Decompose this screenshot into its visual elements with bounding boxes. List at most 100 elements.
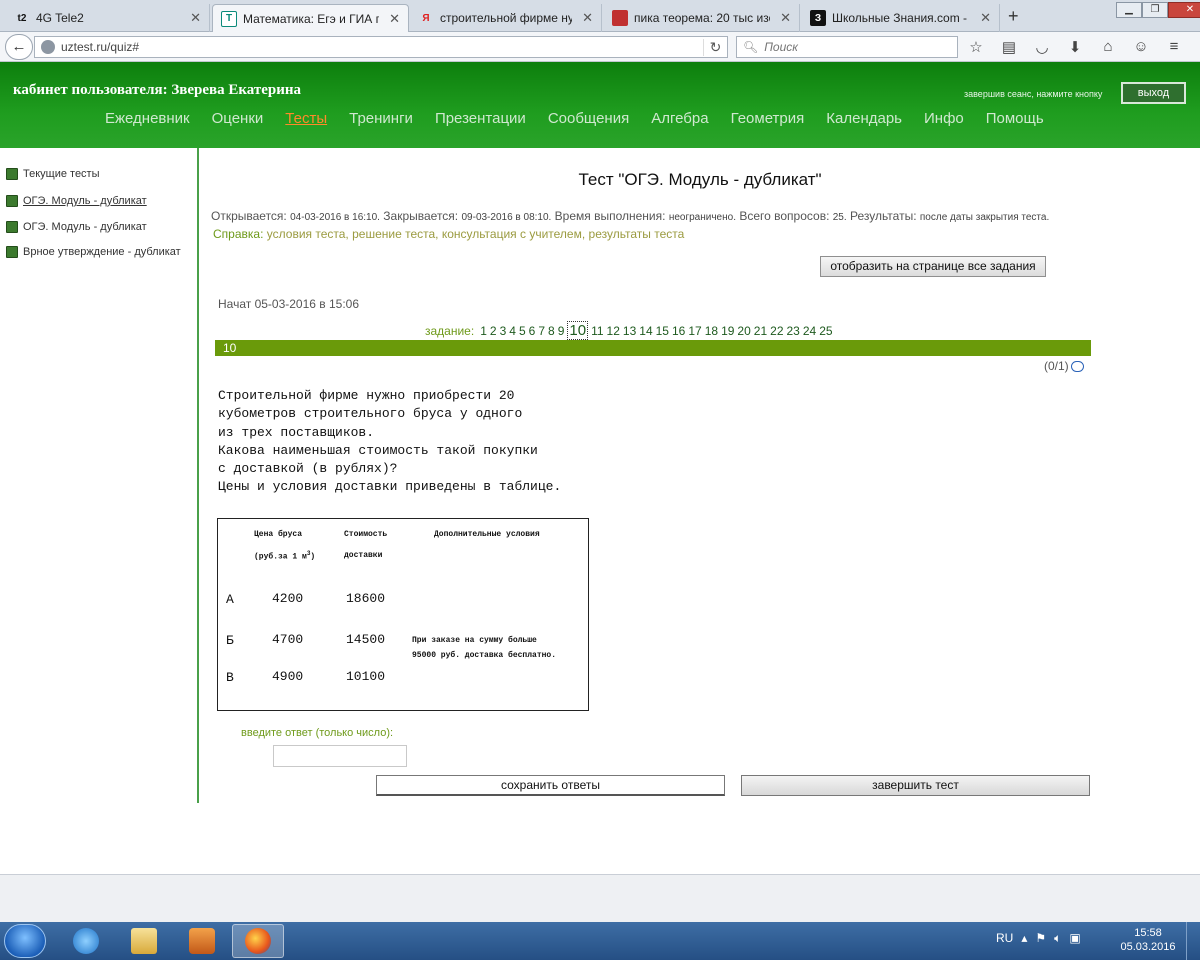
task-link[interactable]: 2 xyxy=(490,324,497,338)
address-bar[interactable]: uztest.ru/quiz# ↻ xyxy=(34,36,728,58)
bookmarks-list-icon[interactable]: ▤ xyxy=(999,38,1019,56)
tab-image-search[interactable]: пика теорема: 20 тыс изо... ✕ xyxy=(604,4,800,32)
task-link[interactable]: 4 xyxy=(509,324,516,338)
pocket-icon[interactable]: ◡ xyxy=(1032,38,1052,56)
home-icon[interactable]: ⌂ xyxy=(1098,38,1118,56)
task-link[interactable]: 8 xyxy=(548,324,555,338)
answer-label: введите ответ (только число): xyxy=(241,727,394,739)
tray-chevron-icon[interactable]: ▴ xyxy=(1021,931,1027,946)
question-text: Строительной фирме нужно приобрести 20 к… xyxy=(218,387,561,497)
task-link[interactable]: 23 xyxy=(787,324,800,338)
task-link[interactable]: 1 xyxy=(480,324,487,338)
task-link[interactable]: 19 xyxy=(721,324,734,338)
minimize-icon[interactable]: ▁ xyxy=(1116,2,1142,18)
task-link[interactable]: 21 xyxy=(754,324,767,338)
task-link[interactable]: 7 xyxy=(538,324,545,338)
close-icon[interactable]: ✕ xyxy=(385,11,400,27)
task-link[interactable]: 11 xyxy=(591,324,603,338)
internet-explorer-icon[interactable] xyxy=(60,924,112,958)
firefox-taskbar-icon[interactable] xyxy=(232,924,284,958)
nav-geometry[interactable]: Геометрия xyxy=(731,110,805,127)
close-icon[interactable]: ✕ xyxy=(578,10,593,26)
close-icon[interactable]: ✕ xyxy=(186,10,201,26)
sidebar-item-oge-1[interactable]: ОГЭ. Модуль - дубликат xyxy=(6,195,147,207)
nav-tests[interactable]: Тесты xyxy=(285,110,327,127)
media-player-icon[interactable] xyxy=(176,924,228,958)
save-answers-button[interactable]: сохранить ответы xyxy=(376,775,725,796)
sidebar-item-oge-2[interactable]: ОГЭ. Модуль - дубликат xyxy=(6,221,147,233)
task-link[interactable]: 12 xyxy=(607,324,620,338)
tab-tele2[interactable]: t2 4G Tele2 ✕ xyxy=(6,4,210,32)
search-input[interactable] xyxy=(762,39,943,55)
search-icon: 🔍︎ xyxy=(743,40,759,54)
sidebar-item-current-tests[interactable]: Текущие тесты xyxy=(6,168,100,180)
download-icon[interactable]: ⬇ xyxy=(1065,38,1085,56)
firefox-glyph xyxy=(245,928,271,954)
supplier-cell: Б xyxy=(226,633,234,648)
nav-grades[interactable]: Оценки xyxy=(212,110,264,127)
search-box[interactable]: 🔍︎ xyxy=(736,36,958,58)
cabinet-title: кабинет пользователя: Зверева Екатерина xyxy=(13,82,302,98)
question-line: с доставкой (в рублях)? xyxy=(218,461,398,477)
task-link[interactable]: 13 xyxy=(623,324,636,338)
task-link[interactable]: 3 xyxy=(500,324,507,338)
book-icon xyxy=(6,168,18,180)
nav-help[interactable]: Помощь xyxy=(986,110,1044,127)
window-close-icon[interactable]: ✕ xyxy=(1168,2,1200,18)
task-link[interactable]: 14 xyxy=(639,324,652,338)
nav-calendar[interactable]: Календарь xyxy=(826,110,902,127)
task-link[interactable]: 25 xyxy=(819,324,832,338)
answer-input[interactable] xyxy=(273,745,407,767)
ie-glyph xyxy=(73,928,99,954)
tab-znania[interactable]: З Школьные Знания.com - ... ✕ xyxy=(802,4,1000,32)
reload-icon[interactable]: ↻ xyxy=(703,38,727,56)
task-link[interactable]: 20 xyxy=(737,324,750,338)
comment-icon[interactable] xyxy=(1070,360,1084,372)
new-tab-icon[interactable]: + xyxy=(1008,6,1019,27)
finish-test-button[interactable]: завершить тест xyxy=(741,775,1090,796)
nav-algebra[interactable]: Алгебра xyxy=(651,110,708,127)
volume-icon[interactable]: 🔈︎ xyxy=(1054,931,1061,946)
show-desktop-button[interactable] xyxy=(1186,922,1200,960)
chat-icon[interactable]: ☺ xyxy=(1131,38,1151,56)
nav-info[interactable]: Инфо xyxy=(924,110,964,127)
file-explorer-icon[interactable] xyxy=(118,924,170,958)
task-link[interactable]: 10 xyxy=(567,321,589,340)
windows-taskbar: RU ▴ ⚑ 🔈︎ ▣ 15:58 05.03.2016 xyxy=(0,922,1200,960)
flag-icon[interactable]: ⚑ xyxy=(1035,931,1046,946)
sidebar-item-statement[interactable]: Врное утверждение - дубликат xyxy=(6,246,181,258)
show-all-tasks-button[interactable]: отобразить на странице все задания xyxy=(820,256,1046,277)
bookmark-star-icon[interactable]: ☆ xyxy=(966,38,986,56)
task-link[interactable]: 22 xyxy=(770,324,783,338)
started-timestamp: Начат 05-03-2016 в 15:06 xyxy=(218,297,360,311)
nav-trainings[interactable]: Тренинги xyxy=(349,110,413,127)
start-menu-icon[interactable] xyxy=(4,924,46,958)
close-icon[interactable]: ✕ xyxy=(776,10,791,26)
back-arrow-icon[interactable]: ← xyxy=(5,34,33,60)
task-link[interactable]: 5 xyxy=(519,324,526,338)
language-indicator[interactable]: RU xyxy=(996,931,1013,946)
task-link[interactable]: 16 xyxy=(672,324,685,338)
question-line: кубометров строительного бруса у одного xyxy=(218,406,523,422)
clock[interactable]: 15:58 05.03.2016 xyxy=(1118,926,1178,954)
task-link[interactable]: 9 xyxy=(558,324,565,338)
help-links[interactable]: условия теста, решение теста, консультац… xyxy=(267,227,685,241)
task-link[interactable]: 24 xyxy=(803,324,816,338)
nav-diary[interactable]: Ежедневник xyxy=(105,110,190,127)
tab-math[interactable]: T Математика: Егэ и ГИА по... ✕ xyxy=(212,4,409,32)
nav-messages[interactable]: Сообщения xyxy=(548,110,629,127)
yandex-icon: Я xyxy=(422,12,430,24)
task-link[interactable]: 15 xyxy=(656,324,669,338)
menu-icon[interactable]: ≡ xyxy=(1164,38,1184,56)
tab-yandex[interactable]: Я строительной фирме нуж... ✕ xyxy=(410,4,602,32)
network-icon[interactable]: ▣ xyxy=(1069,931,1080,946)
question-number-bar: 10 xyxy=(215,340,1091,356)
task-link[interactable]: 6 xyxy=(529,324,536,338)
logout-button[interactable]: выход xyxy=(1121,82,1186,104)
maximize-icon[interactable]: ❐ xyxy=(1142,2,1168,18)
close-icon[interactable]: ✕ xyxy=(976,10,991,26)
task-link[interactable]: 18 xyxy=(705,324,718,338)
system-tray: RU ▴ ⚑ 🔈︎ ▣ xyxy=(996,931,1081,946)
nav-presentations[interactable]: Презентации xyxy=(435,110,526,127)
task-link[interactable]: 17 xyxy=(688,324,701,338)
